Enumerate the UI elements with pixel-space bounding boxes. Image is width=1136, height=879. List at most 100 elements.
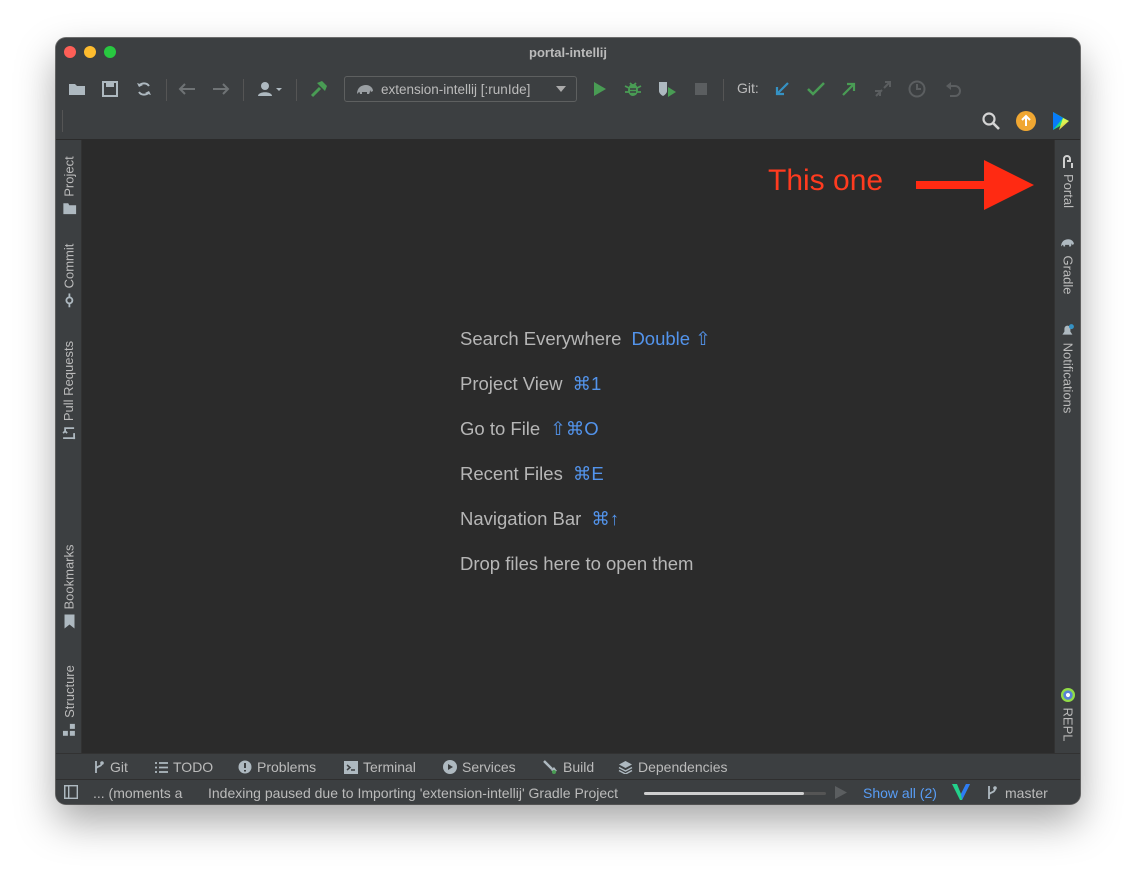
tip-shortcut: ⌘↑ — [591, 508, 620, 529]
code-with-me-button[interactable] — [1047, 108, 1073, 134]
run-button[interactable] — [587, 76, 613, 102]
git-branch-icon — [988, 786, 997, 799]
tip-project-view: Project View ⌘1 — [460, 373, 601, 395]
git-update-button[interactable] — [769, 76, 795, 102]
tool-tab-pull-requests-label: Pull Requests — [61, 340, 77, 421]
minimize-window-button[interactable] — [84, 46, 96, 58]
tool-tab-build[interactable]: Build — [542, 759, 594, 775]
git-branch-icon — [95, 761, 104, 773]
services-play-icon — [443, 760, 457, 774]
tool-tab-notifications[interactable]: Notifications — [1055, 316, 1080, 420]
layers-icon — [618, 761, 633, 774]
tool-tab-gradle-label: Gradle — [1060, 254, 1076, 295]
indexing-progress-fill — [644, 792, 805, 795]
build-project-button[interactable] — [306, 76, 332, 102]
tip-search-everywhere: Search Everywhere Double ⇧ — [460, 328, 711, 350]
left-tool-window-bar: Project Commit Pull Requests Bookmarks S… — [56, 140, 82, 753]
clock-icon — [908, 80, 926, 98]
ide-window: portal-intellij extension-intellij [:run… — [56, 38, 1080, 804]
tool-tab-dependencies[interactable]: Dependencies — [618, 759, 728, 775]
right-tool-window-bar: Portal Gradle Notifications REPL — [1054, 140, 1080, 753]
tool-tab-todo[interactable]: TODO — [155, 759, 213, 775]
coverage-icon — [659, 82, 676, 97]
structure-icon — [62, 723, 75, 736]
terminal-icon — [344, 760, 358, 774]
save-icon — [102, 81, 118, 97]
tool-tab-bookmarks[interactable]: Bookmarks — [56, 536, 82, 636]
tool-tab-bookmarks-label: Bookmarks — [61, 543, 77, 610]
resume-indexing-icon[interactable] — [835, 786, 847, 799]
tool-tab-pull-requests[interactable]: Pull Requests — [56, 332, 82, 448]
tool-tab-terminal[interactable]: Terminal — [344, 759, 416, 775]
git-push-button[interactable] — [836, 76, 862, 102]
run-with-coverage-button[interactable] — [654, 76, 680, 102]
clojure-repl-icon — [1060, 687, 1076, 702]
git-rollback-button[interactable] — [940, 76, 966, 102]
undo-icon — [946, 82, 961, 97]
show-all-processes-link[interactable]: Show all (2) — [863, 785, 937, 801]
chevron-down-icon — [556, 86, 566, 92]
tool-tab-project[interactable]: Project — [56, 146, 82, 224]
git-branch-selector[interactable]: master — [1005, 785, 1048, 801]
back-button[interactable] — [174, 76, 200, 102]
stop-button[interactable] — [688, 76, 714, 102]
portal-icon — [1063, 154, 1073, 168]
tip-label: Project View — [460, 373, 563, 394]
tool-tab-repl[interactable]: REPL — [1055, 686, 1080, 742]
main-toolbar: extension-intellij [:runIde] Git: — [56, 66, 1080, 140]
vue-plugin-icon[interactable] — [952, 784, 970, 800]
gradle-elephant-icon — [357, 85, 373, 94]
pull-request-icon — [62, 426, 75, 439]
arrow-left-icon — [178, 83, 195, 95]
tip-go-to-file: Go to File ⇧⌘O — [460, 418, 599, 440]
arrow-down-left-icon — [775, 82, 789, 96]
tip-label: Navigation Bar — [460, 508, 582, 529]
annotation-text: This one — [768, 164, 884, 197]
user-menu-button[interactable] — [252, 76, 288, 102]
checkmark-icon — [807, 82, 825, 96]
update-arrow-icon — [1016, 111, 1036, 131]
window-title: portal-intellij — [529, 44, 607, 60]
bell-icon — [1063, 323, 1075, 335]
git-merge-button[interactable] — [870, 76, 896, 102]
tip-shortcut: Double ⇧ — [631, 328, 711, 349]
status-message[interactable]: ... (moments a — [93, 785, 182, 801]
tool-tab-structure[interactable]: Structure — [56, 654, 82, 746]
ide-update-button[interactable] — [1013, 108, 1039, 134]
tool-tab-problems[interactable]: Problems — [238, 759, 316, 775]
tool-tab-repl-label: REPL — [1060, 707, 1076, 741]
tip-label: Go to File — [460, 418, 541, 439]
indexing-status[interactable]: Indexing paused due to Importing 'extens… — [208, 785, 618, 801]
annotation-arrow-icon — [916, 160, 1034, 210]
forward-button[interactable] — [208, 76, 234, 102]
synchronize-button[interactable] — [131, 76, 157, 102]
tool-tab-commit[interactable]: Commit — [56, 236, 82, 314]
tool-tab-portal-label: Portal — [1060, 173, 1076, 208]
tip-label: Search Everywhere — [460, 328, 622, 349]
tool-tab-gradle[interactable]: Gradle — [1055, 230, 1080, 298]
commit-icon — [65, 292, 73, 307]
run-configuration-selector[interactable]: extension-intellij [:runIde] — [344, 76, 577, 102]
list-icon — [155, 761, 168, 773]
close-window-button[interactable] — [64, 46, 76, 58]
git-label: Git: — [737, 80, 759, 96]
zoom-window-button[interactable] — [104, 46, 116, 58]
arrow-up-right-icon — [842, 82, 856, 96]
status-bar: ... (moments a Indexing paused due to Im… — [56, 779, 1080, 804]
git-commit-button[interactable] — [803, 76, 829, 102]
tool-tab-terminal-label: Terminal — [363, 759, 416, 775]
tool-tab-git[interactable]: Git — [93, 759, 128, 775]
tool-tab-services[interactable]: Services — [443, 759, 516, 775]
git-history-button[interactable] — [904, 76, 930, 102]
open-folder-button[interactable] — [64, 76, 90, 102]
save-all-button[interactable] — [97, 76, 123, 102]
search-everywhere-button[interactable] — [978, 108, 1004, 134]
tool-tab-portal[interactable]: Portal — [1055, 150, 1080, 212]
sync-icon — [137, 82, 151, 96]
bookmark-icon — [64, 614, 74, 629]
toggle-tool-windows-icon[interactable] — [64, 785, 78, 799]
folder-icon — [62, 202, 76, 214]
tool-tab-project-label: Project — [61, 155, 77, 197]
editor-empty-state: Search Everywhere Double ⇧ Project View ⌘1… — [82, 140, 1054, 753]
debug-button[interactable] — [620, 76, 646, 102]
